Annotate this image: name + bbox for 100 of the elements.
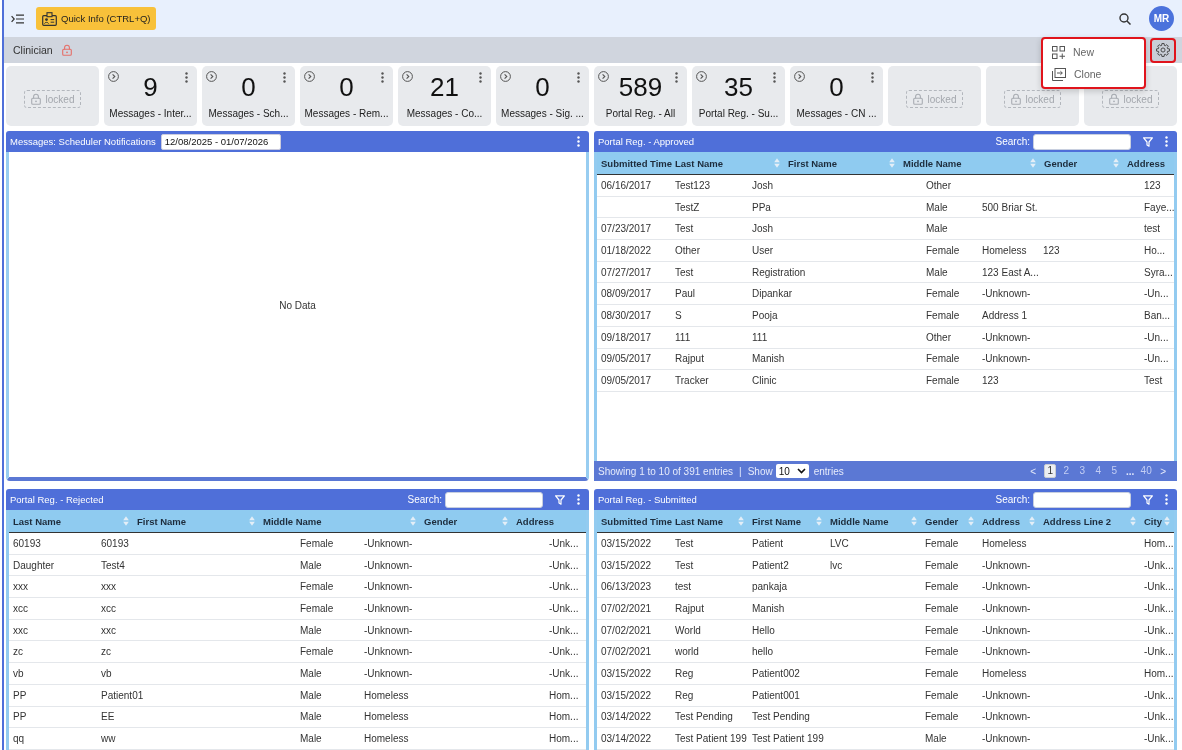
column-header[interactable]: First Name (748, 510, 826, 532)
footer-separator: | (739, 465, 742, 477)
circled-chevron-icon[interactable] (108, 71, 119, 82)
more-icon[interactable] (577, 136, 580, 147)
table-cell: PPa (752, 201, 771, 213)
menu-icon[interactable] (11, 13, 24, 24)
menu-item[interactable]: New (1043, 41, 1144, 63)
table-cell: Male (300, 733, 322, 745)
previous-page-button[interactable]: < (1030, 465, 1037, 477)
table-cell: vb (101, 667, 112, 679)
table-cell: Test (675, 266, 694, 278)
panel-title: Portal Reg. - Rejected (10, 494, 104, 505)
column-header[interactable]: City (1140, 510, 1174, 532)
table-cell: Female (925, 581, 959, 593)
more-icon[interactable] (1165, 494, 1168, 505)
circled-chevron-icon[interactable] (304, 71, 315, 82)
tile-count: 589 (618, 72, 663, 102)
tile-label: Portal Reg. - Su... (698, 108, 779, 119)
table-cell: -Unknown- (982, 288, 1031, 300)
search-label: Search: (995, 494, 1030, 505)
circled-chevron-icon[interactable] (500, 71, 511, 82)
table-cell: 111 (675, 331, 691, 343)
table-cell: Female (925, 559, 959, 571)
tile-count: 0 (535, 72, 550, 102)
more-icon[interactable] (184, 72, 188, 83)
table-cell: Hom... (549, 711, 579, 723)
column-header[interactable]: Address (978, 510, 1039, 532)
table-cell: Male (925, 733, 947, 745)
more-icon[interactable] (576, 72, 580, 83)
table-cell: Male (300, 689, 322, 701)
more-icon[interactable] (478, 72, 482, 83)
more-icon[interactable] (1165, 136, 1168, 147)
table-cell: xxc (13, 624, 28, 636)
column-header[interactable]: Last Name (671, 152, 784, 174)
filter-icon[interactable] (555, 494, 565, 505)
filter-icon[interactable] (1143, 136, 1153, 147)
circled-chevron-icon[interactable] (794, 71, 805, 82)
more-icon[interactable] (772, 72, 776, 83)
column-header[interactable]: Last Name (9, 510, 133, 532)
locked-label: locked (1123, 93, 1153, 105)
settings-button[interactable] (1150, 37, 1176, 63)
column-header[interactable]: Submitted Time (597, 510, 671, 532)
table-cell: xxx (101, 581, 116, 593)
table-cell: LVC (830, 537, 849, 549)
column-header[interactable]: First Name (784, 152, 899, 174)
table-cell: -Un... (1144, 353, 1169, 365)
tile-count: 9 (143, 72, 158, 102)
circled-chevron-icon[interactable] (696, 71, 707, 82)
table-cell: Other (926, 331, 951, 343)
table-cell: Josh (752, 223, 774, 235)
column-header[interactable]: Gender (921, 510, 978, 532)
user-avatar[interactable]: MR (1149, 6, 1174, 31)
column-header[interactable]: Gender (420, 510, 512, 532)
column-header[interactable]: First Name (133, 510, 259, 532)
column-header[interactable]: Last Name (671, 510, 748, 532)
panel-title: Portal Reg. - Approved (598, 136, 695, 147)
table-cell: Test Patient 199 (752, 733, 824, 745)
more-icon[interactable] (870, 72, 874, 83)
circled-chevron-icon[interactable] (402, 71, 413, 82)
entries-label: entries (813, 465, 844, 477)
table-cell: 60193 (101, 537, 129, 549)
page-link[interactable]: 1 (1044, 464, 1057, 478)
search-field[interactable] (1033, 133, 1131, 150)
quick-info-button[interactable]: Quick Info (CTRL+Q) (36, 7, 157, 30)
search-field[interactable] (445, 491, 543, 508)
table-cell: Registration (752, 266, 806, 278)
table-cell: -Unknown- (982, 602, 1031, 614)
table-cell: Female (925, 602, 959, 614)
table-cell: -Unk... (549, 537, 579, 549)
next-page-button[interactable]: > (1160, 465, 1166, 477)
table-cell: -Unknown- (982, 646, 1031, 658)
page-size-select[interactable]: 10 (775, 464, 809, 478)
date-range-field[interactable]: 12/08/2025 - 01/07/2026 (160, 133, 281, 150)
column-header[interactable]: Middle Name (259, 510, 420, 532)
search-icon[interactable] (1119, 12, 1131, 25)
panel-title: Messages: Scheduler Notifications (10, 136, 156, 147)
circled-chevron-icon[interactable] (598, 71, 609, 82)
table-cell: 06/13/2023 (601, 581, 652, 593)
tile-label: Messages - CN ... (796, 108, 877, 119)
column-header[interactable]: Middle Name (899, 152, 1040, 174)
more-icon[interactable] (380, 72, 384, 83)
circled-chevron-icon[interactable] (206, 71, 217, 82)
table-cell: Ho... (1144, 244, 1166, 256)
panel-title: Portal Reg. - Submitted (598, 494, 697, 505)
filter-icon[interactable] (1143, 494, 1153, 505)
table-cell: -Unknown- (982, 733, 1031, 745)
table-cell: 03/15/2022 (601, 667, 652, 679)
column-header[interactable]: Gender (1040, 152, 1123, 174)
column-header[interactable]: Address (1123, 152, 1174, 174)
search-field[interactable] (1033, 491, 1131, 508)
menu-item[interactable]: Clone (1043, 63, 1144, 85)
column-header[interactable]: Middle Name (826, 510, 921, 532)
more-icon[interactable] (282, 72, 286, 83)
column-header[interactable]: Submitted Time (597, 152, 671, 174)
column-header[interactable]: Address Line 2 (1039, 510, 1140, 532)
column-header[interactable]: Address (512, 510, 586, 532)
more-icon[interactable] (674, 72, 678, 83)
table-cell: -Unk... (549, 667, 579, 679)
more-icon[interactable] (577, 494, 580, 505)
table-cell: 123 East A... (982, 266, 1039, 278)
